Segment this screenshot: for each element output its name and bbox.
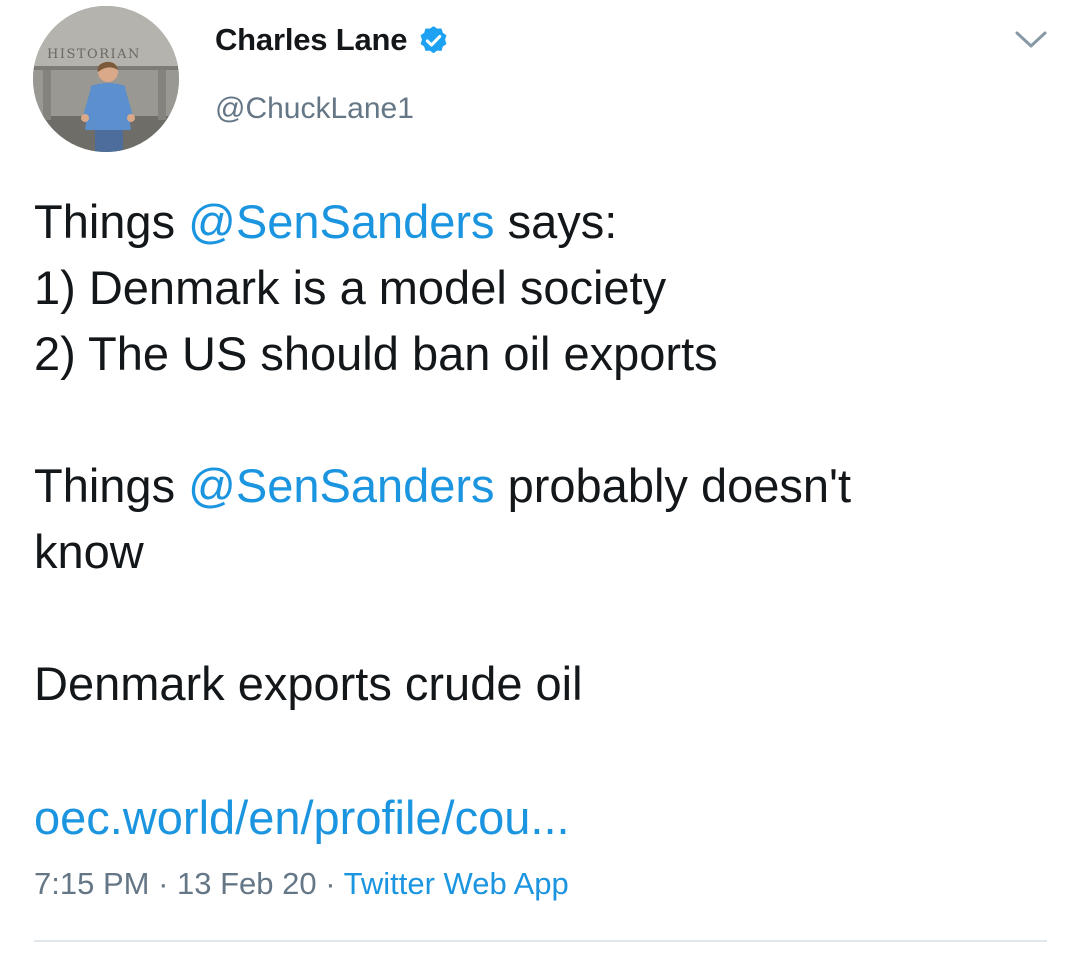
verified-badge-icon [417,24,450,57]
tweet-date[interactable]: 13 Feb 20 [177,866,317,901]
tweet-line-1: Things @SenSanders says: [34,189,1044,255]
avatar[interactable]: HISTORIAN [33,6,179,152]
mention-link[interactable]: @SenSanders [188,459,494,512]
tweet-url-row: oec.world/en/profile/cou... [34,785,570,851]
tweet-line-1-suffix: says: [494,195,618,248]
author-handle[interactable]: @ChuckLane1 [215,92,414,126]
tweet-time[interactable]: 7:15 PM [34,866,149,901]
tweet-line-5: know [34,525,144,578]
tweet-line-2: 1) Denmark is a model society [34,261,667,314]
tweet-card: HISTORIAN Charles Lane @ChuckLane1 Thing… [0,0,1080,966]
tweet-source-link[interactable]: Twitter Web App [344,866,569,901]
tweet-url-link[interactable]: oec.world/en/profile/cou... [34,791,570,844]
tweet-text: Things @SenSanders says: 1) Denmark is a… [34,189,1044,717]
divider [34,940,1047,942]
chevron-down-icon[interactable] [1013,24,1049,54]
tweet-meta: 7:15 PM · 13 Feb 20 · Twitter Web App [34,866,569,902]
tweet-line-1-prefix: Things [34,195,189,248]
mention-link[interactable]: @SenSanders [188,195,494,248]
avatar-photo: HISTORIAN [33,6,179,152]
meta-separator: · [316,866,344,901]
tweet-line-4-suffix: probably doesn't [494,459,852,512]
tweet-line-6: Denmark exports crude oil [34,657,583,710]
tweet-line-3: 2) The US should ban oil exports [34,327,718,380]
author-name-row[interactable]: Charles Lane [215,22,450,58]
avatar-sign-text: HISTORIAN [47,47,141,62]
meta-separator: · [149,866,178,901]
tweet-line-4: Things @SenSanders probably doesn't [34,453,1044,519]
tweet-line-4-prefix: Things [34,459,189,512]
author-display-name[interactable]: Charles Lane [215,22,407,58]
